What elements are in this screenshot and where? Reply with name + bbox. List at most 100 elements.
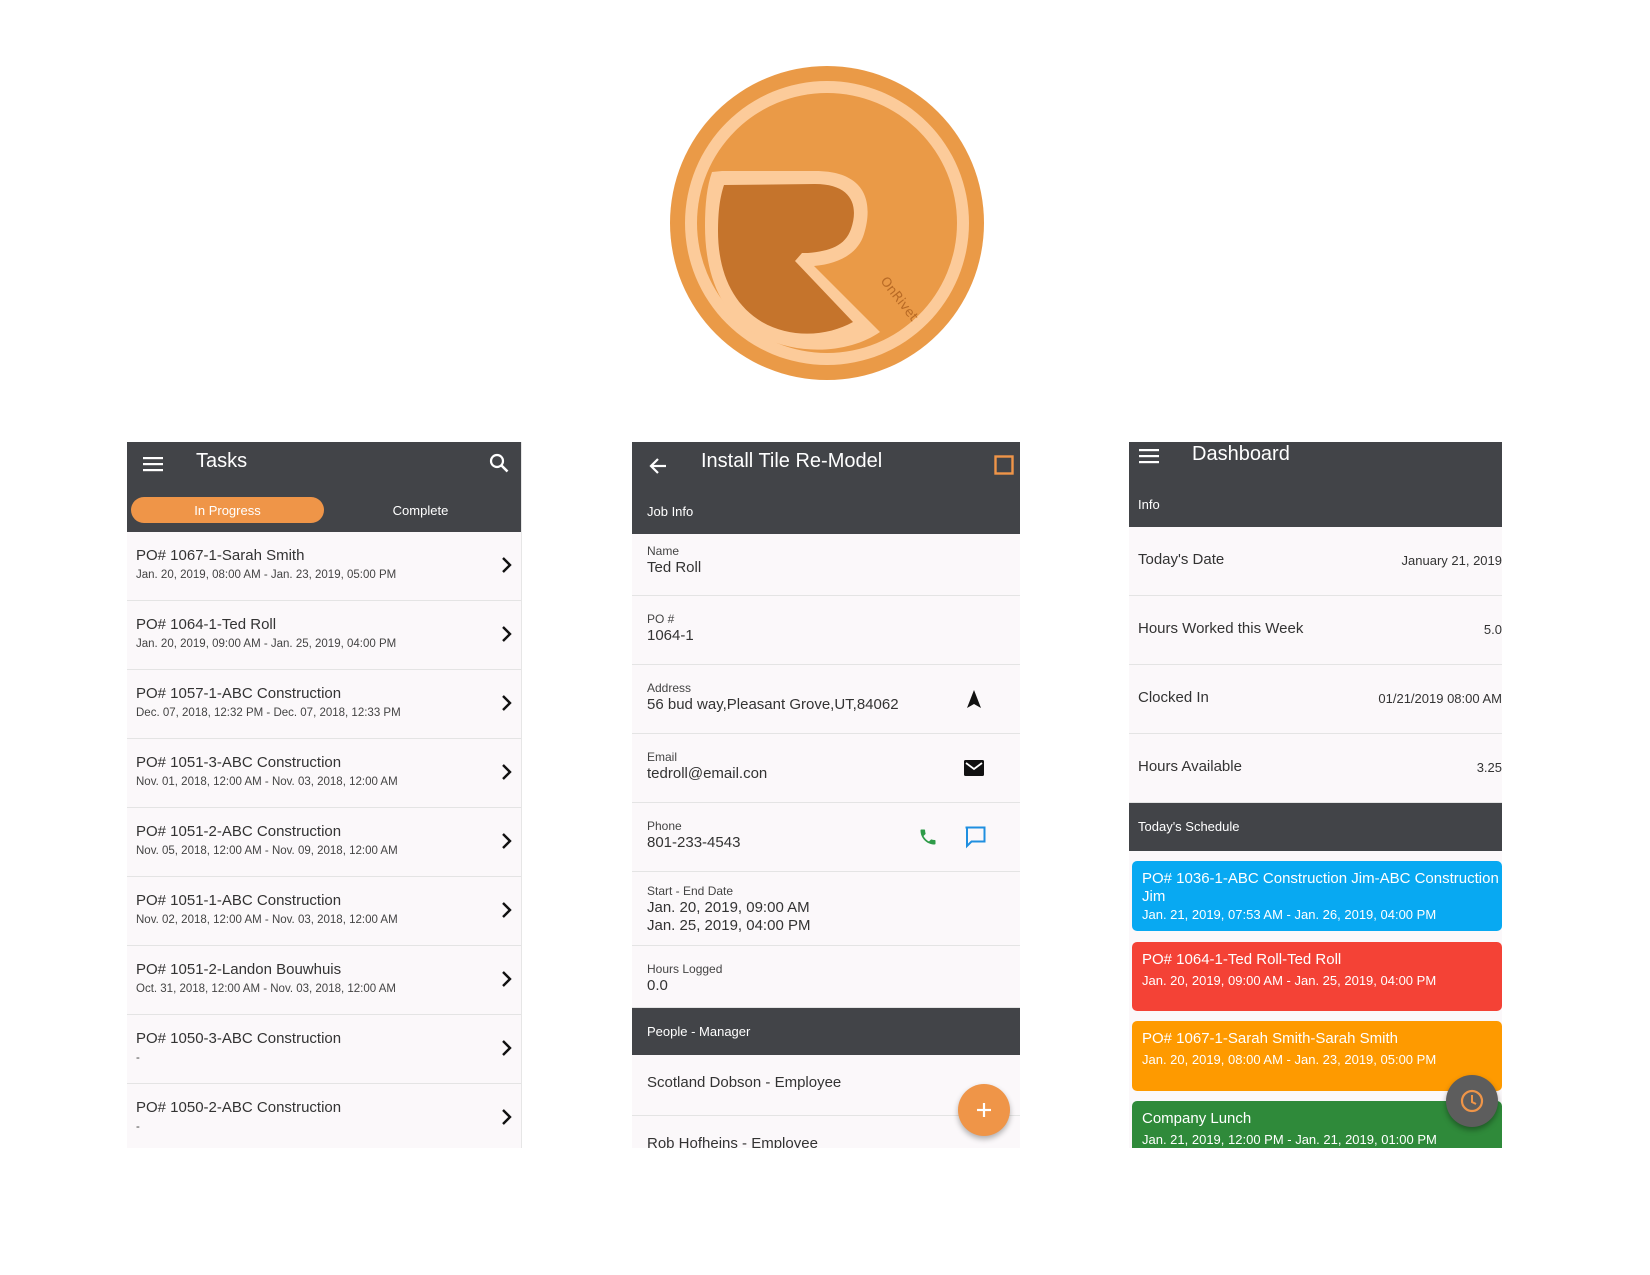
- task-title: PO# 1050-3-ABC Construction: [136, 1030, 342, 1047]
- info-value: 01/21/2019 08:00 AM: [1378, 691, 1502, 706]
- chevron-right-icon: [501, 1039, 513, 1062]
- schedule-title-line2: Jim: [1142, 888, 1166, 905]
- task-row[interactable]: PO# 1050-3-ABC Construction -: [127, 1015, 521, 1084]
- address-value: 56 bud way,Pleasant Grove,UT,84062: [647, 696, 899, 713]
- dates-field: Start - End Date Jan. 20, 2019, 09:00 AM…: [632, 872, 1020, 946]
- info-label: Hours Available: [1138, 758, 1242, 775]
- po-label: PO #: [647, 612, 675, 626]
- mail-icon[interactable]: [962, 756, 986, 780]
- schedule-dates: Jan. 21, 2019, 07:53 AM - Jan. 26, 2019,…: [1142, 907, 1437, 922]
- task-title: PO# 1067-1-Sarah Smith: [136, 547, 305, 564]
- info-row: Today's Date January 21, 2019: [1129, 527, 1502, 596]
- navigation-icon[interactable]: [962, 687, 986, 711]
- task-row[interactable]: PO# 1051-3-ABC Construction Nov. 01, 2018…: [127, 739, 521, 808]
- info-label: Hours Worked this Week: [1138, 620, 1304, 637]
- tasks-title: Tasks: [196, 450, 248, 472]
- back-arrow-icon[interactable]: [646, 454, 670, 478]
- schedule-title: PO# 1067-1-Sarah Smith-Sarah Smith: [1142, 1030, 1398, 1047]
- chevron-right-icon: [501, 625, 513, 648]
- phone-field: Phone 801-233-4543: [632, 803, 1020, 872]
- tasks-appbar: Tasks In Progress Complete: [127, 442, 521, 532]
- task-title: PO# 1051-1-ABC Construction: [136, 892, 342, 909]
- email-value: tedroll@email.con: [647, 765, 768, 782]
- complete-checkbox-icon[interactable]: [992, 453, 1016, 477]
- task-row[interactable]: PO# 1051-2-ABC Construction Nov. 05, 2018…: [127, 808, 521, 877]
- schedule-dates: Jan. 20, 2019, 08:00 AM - Jan. 23, 2019,…: [1142, 1052, 1437, 1067]
- info-row: Clocked In 01/21/2019 08:00 AM: [1129, 665, 1502, 734]
- task-dates: Jan. 20, 2019, 09:00 AM - Jan. 25, 2019,…: [136, 638, 397, 650]
- schedule-title: PO# 1064-1-Ted Roll-Ted Roll: [1142, 951, 1342, 968]
- schedule-header: Today's Schedule: [1129, 803, 1502, 851]
- chevron-right-icon: [501, 970, 513, 993]
- email-field[interactable]: Email tedroll@email.con: [632, 734, 1020, 803]
- task-title: PO# 1050-2-ABC Construction: [136, 1099, 342, 1116]
- schedule-dates: Jan. 20, 2019, 09:00 AM - Jan. 25, 2019,…: [1142, 973, 1437, 988]
- dates-label: Start - End Date: [647, 884, 734, 898]
- menu-icon[interactable]: [141, 452, 165, 476]
- phone-label: Phone: [647, 819, 682, 833]
- schedule-title: PO# 1036-1-ABC Construction Jim-ABC Cons…: [1142, 870, 1499, 887]
- email-label: Email: [647, 750, 678, 764]
- dashboard-appbar: Dashboard: [1129, 442, 1502, 482]
- schedule-title: Company Lunch: [1142, 1110, 1252, 1127]
- task-row[interactable]: PO# 1057-1-ABC Construction Dec. 07, 2018…: [127, 670, 521, 739]
- onrivet-logo: OnRivet: [670, 66, 984, 380]
- people-header: People - Manager: [632, 1008, 1020, 1055]
- task-row[interactable]: PO# 1064-1-Ted Roll Jan. 20, 2019, 09:00 …: [127, 601, 521, 670]
- hours-logged-value: 0.0: [647, 977, 668, 994]
- info-row: Hours Available 3.25: [1129, 734, 1502, 803]
- task-title: PO# 1051-3-ABC Construction: [136, 754, 342, 771]
- hours-logged-label: Hours Logged: [647, 962, 723, 976]
- person-name: Rob Hofheins - Employee: [647, 1135, 818, 1148]
- message-icon[interactable]: [962, 824, 988, 850]
- dashboard-screen: Dashboard Info Today's Date January 21, 2…: [1129, 442, 1502, 1148]
- info-row: Hours Worked this Week 5.0: [1129, 596, 1502, 665]
- task-row[interactable]: PO# 1051-1-ABC Construction Nov. 02, 2018…: [127, 877, 521, 946]
- address-field[interactable]: Address 56 bud way,Pleasant Grove,UT,840…: [632, 665, 1020, 734]
- info-label: Today's Date: [1138, 551, 1225, 568]
- search-icon[interactable]: [487, 451, 511, 475]
- menu-icon[interactable]: [1137, 444, 1161, 468]
- start-date-value: Jan. 20, 2019, 09:00 AM: [647, 899, 810, 916]
- task-dates: -: [136, 1121, 140, 1133]
- end-date-value: Jan. 25, 2019, 04:00 PM: [647, 917, 811, 934]
- task-row[interactable]: PO# 1050-2-ABC Construction -: [127, 1084, 521, 1148]
- chevron-right-icon: [501, 763, 513, 786]
- info-value: January 21, 2019: [1401, 553, 1502, 568]
- schedule-card[interactable]: PO# 1036-1-ABC Construction Jim-ABC Cons…: [1132, 861, 1502, 931]
- task-row[interactable]: PO# 1051-2-Landon Bouwhuis Oct. 31, 2018,…: [127, 946, 521, 1015]
- chevron-right-icon: [501, 832, 513, 855]
- chevron-right-icon: [501, 901, 513, 924]
- task-row[interactable]: PO# 1067-1-Sarah Smith Jan. 20, 2019, 08:…: [127, 532, 521, 601]
- clock-icon: [1460, 1089, 1484, 1113]
- tab-in-progress[interactable]: In Progress: [131, 497, 324, 523]
- job-info-header: Job Info: [632, 489, 1020, 534]
- task-title: PO# 1064-1-Ted Roll: [136, 616, 277, 633]
- address-label: Address: [647, 681, 692, 695]
- chevron-right-icon: [501, 556, 513, 579]
- tasks-screen: Tasks In Progress Complete PO# 1067-1-Sa…: [127, 442, 522, 1148]
- task-title: PO# 1051-2-ABC Construction: [136, 823, 342, 840]
- name-label: Name: [647, 544, 680, 558]
- chevron-right-icon: [501, 1108, 513, 1131]
- task-dates: Nov. 02, 2018, 12:00 AM - Nov. 03, 2018,…: [136, 914, 398, 926]
- task-dates: Oct. 31, 2018, 12:00 AM - Nov. 03, 2018,…: [136, 983, 396, 995]
- info-label: Clocked In: [1138, 689, 1209, 706]
- hours-logged-field: Hours Logged 0.0: [632, 946, 1020, 1008]
- name-field: Name Ted Roll: [632, 534, 1020, 596]
- plus-icon: [977, 1103, 991, 1117]
- phone-icon[interactable]: [916, 825, 940, 849]
- task-title: PO# 1051-2-Landon Bouwhuis: [136, 961, 342, 978]
- schedule-card[interactable]: PO# 1064-1-Ted Roll-Ted Roll Jan. 20, 201…: [1132, 942, 1502, 1011]
- task-status-tabs: In Progress Complete: [131, 497, 517, 523]
- info-value: 3.25: [1476, 760, 1502, 775]
- job-title: Install Tile Re-Model: [701, 450, 883, 472]
- clock-in-button[interactable]: [1446, 1075, 1498, 1127]
- tab-complete[interactable]: Complete: [324, 497, 517, 523]
- task-list: PO# 1067-1-Sarah Smith Jan. 20, 2019, 08:…: [127, 532, 521, 1148]
- info-header: Info: [1129, 482, 1502, 527]
- person-name: Scotland Dobson - Employee: [647, 1074, 842, 1091]
- job-detail-screen: Install Tile Re-Model Job Info Name Ted …: [632, 442, 1020, 1148]
- phone-value: 801-233-4543: [647, 834, 741, 851]
- add-person-button[interactable]: [958, 1084, 1010, 1136]
